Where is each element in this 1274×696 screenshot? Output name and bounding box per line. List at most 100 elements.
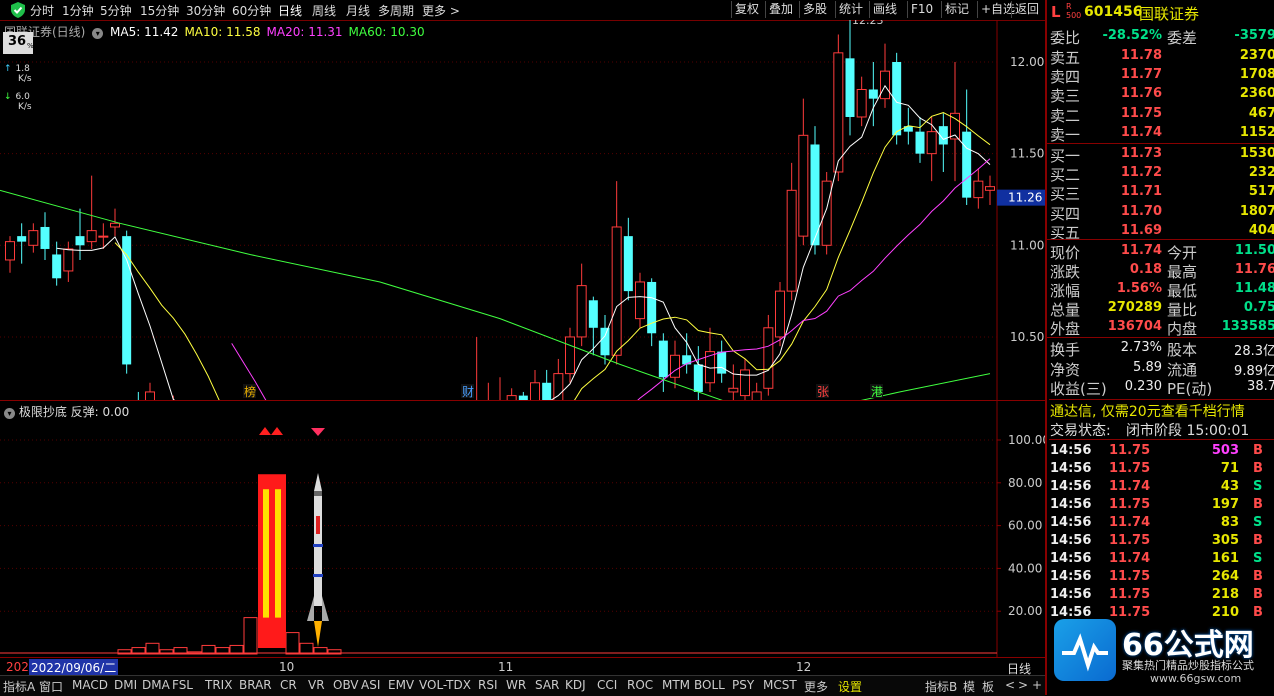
event-marker-label: 港 — [871, 385, 883, 399]
selected-date[interactable]: 2022/09/06/二 — [29, 659, 119, 676]
ratio-label: 委比 — [1050, 29, 1081, 47]
indicator-tab-7[interactable]: BRAR — [239, 678, 272, 692]
candle-body — [588, 300, 598, 328]
stat-label: 现价 — [1050, 244, 1081, 262]
orderbook-row: 买三 11.71 517 — [1050, 183, 1274, 203]
indicator-tab-23[interactable]: MCST — [763, 678, 797, 692]
volume-bar — [145, 642, 160, 655]
stat-value: 0.75 — [1243, 300, 1274, 315]
ma20-line — [231, 158, 991, 400]
stat-value: 28.3亿 — [1234, 344, 1274, 359]
candle-body — [670, 354, 680, 378]
orderbook-row: 卖四 11.77 1708 — [1050, 66, 1274, 86]
toolbar-button-8[interactable]: 返回 — [1011, 1, 1042, 18]
indicator-tab-14[interactable]: RSI — [478, 678, 498, 692]
watermark-url: www.66gsw.com — [1150, 672, 1242, 685]
indicator-tab-15[interactable]: WR — [506, 678, 526, 692]
indicator-panel[interactable]: 100.00 80.00 60.00 40.00 20.00 ▾ 极限抄底 反弹: 0.… — [0, 400, 1045, 658]
tick-time: 14:56 — [1050, 461, 1092, 476]
net-speed-unit: K/s — [18, 102, 32, 112]
period-tab-3[interactable]: 15分钟 — [140, 2, 179, 19]
orderbook-price: 11.78 — [1120, 48, 1162, 63]
indicator-tab-3[interactable]: DMI — [114, 678, 137, 692]
indicator-tab-4[interactable]: DMA — [142, 678, 170, 692]
indicator-tab-25[interactable]: 设置 — [838, 678, 862, 695]
event-marker-label: 张 — [817, 385, 829, 399]
candle-body — [763, 327, 774, 389]
orderbook-level: 买二 — [1050, 166, 1081, 185]
indicator-nav-0[interactable]: 指标B — [925, 678, 957, 695]
indicator-tab-8[interactable]: CR — [280, 678, 297, 692]
indicator-tab-10[interactable]: OBV — [333, 678, 359, 692]
indicator-nav-5[interactable]: + — [1032, 678, 1042, 692]
watermark: 66公式网 聚集热门精品炒股指标公式 www.66gsw.com — [1050, 617, 1272, 692]
indicator-tab-17[interactable]: KDJ — [565, 678, 586, 692]
period-tab-2[interactable]: 5分钟 — [100, 2, 132, 19]
event-marker-label: 榜 — [244, 384, 256, 399]
indicator-tab-13[interactable]: VOL-TDX — [419, 678, 471, 692]
orderbook-volume: 467 — [1248, 105, 1274, 121]
toolbar-button-2[interactable]: 多股 — [799, 1, 830, 18]
net-speed-0: ↑ 1.8 K/s — [4, 64, 32, 84]
period-tab-0[interactable]: 分时 — [30, 2, 54, 19]
ma10-line — [114, 112, 991, 400]
period-tab-6[interactable]: 日线 — [278, 2, 302, 19]
speed-badge-number: 36 — [8, 34, 27, 49]
gear-icon[interactable]: ▾ — [4, 408, 15, 419]
indicator-tab-5[interactable]: FSL — [172, 678, 193, 692]
orderbook-price: 11.74 — [1120, 124, 1162, 140]
indicator-tab-21[interactable]: BOLL — [694, 678, 725, 692]
stat-label: 涨幅 — [1050, 282, 1081, 300]
period-tab-5[interactable]: 60分钟 — [232, 2, 271, 19]
period-tab-10[interactable]: 更多 > — [422, 2, 460, 19]
logo-icon — [1054, 619, 1116, 681]
candle-body — [856, 88, 867, 118]
candle-body — [98, 235, 109, 238]
indicator-tab-20[interactable]: MTM — [662, 678, 690, 692]
indicator-tab-19[interactable]: ROC — [627, 678, 653, 692]
indicator-tab-6[interactable]: TRIX — [205, 678, 232, 692]
orderbook-price: 11.69 — [1120, 222, 1162, 238]
toolbar-button-5[interactable]: F10 — [907, 1, 936, 18]
indicator-tab-1[interactable]: 窗口 — [39, 678, 63, 695]
tick-row: 14:56 11.75 197 B — [1049, 497, 1274, 515]
kline-chart[interactable]: 12.0011.5011.0010.5010.009.509.008.5011.… — [0, 20, 1045, 400]
candle-body — [145, 391, 155, 400]
net-speed-unit: K/s — [18, 74, 32, 84]
tick-volume: 161 — [1211, 551, 1239, 566]
indicator-tab-9[interactable]: VR — [308, 678, 325, 692]
orderbook-level: 卖三 — [1050, 87, 1081, 106]
period-tab-4[interactable]: 30分钟 — [186, 2, 225, 19]
toolbar-button-0[interactable]: 复权 — [731, 1, 762, 18]
indicator-tab-11[interactable]: ASI — [361, 678, 380, 692]
period-tab-9[interactable]: 多周期 — [378, 2, 414, 19]
period-tab-7[interactable]: 周线 — [312, 2, 336, 19]
toolbar-button-4[interactable]: 画线 — [869, 1, 900, 18]
indicator-tab-22[interactable]: PSY — [732, 678, 754, 692]
indicator-tab-18[interactable]: CCI — [597, 678, 617, 692]
promo-banner[interactable]: 通达信, 仅需20元查看千档行情 — [1049, 399, 1274, 420]
orderbook-volume: 1807 — [1239, 203, 1274, 219]
indicator-nav-3[interactable]: < — [1005, 678, 1015, 692]
indicator-nav-1[interactable]: 模 — [963, 678, 975, 695]
period-tab-8[interactable]: 月线 — [346, 2, 370, 19]
period-tab-1[interactable]: 1分钟 — [62, 2, 94, 19]
chevron-down-icon[interactable]: ▾ — [92, 28, 104, 39]
stat-value: 133585 — [1221, 319, 1274, 334]
indicator-tab-2[interactable]: MACD — [72, 678, 108, 692]
toolbar-button-3[interactable]: 统计 — [835, 1, 866, 18]
quote-header: L R 500 601456 国联证券 — [1049, 2, 1274, 24]
rocket-icon — [307, 473, 329, 647]
indicator-tab-16[interactable]: SAR — [535, 678, 559, 692]
indicator-nav-2[interactable]: 板 — [982, 678, 994, 695]
arrow-up-icon: ↑ — [4, 64, 12, 74]
candle-body — [775, 290, 785, 338]
toolbar-button-1[interactable]: 叠加 — [765, 1, 796, 18]
indicator-tab-0[interactable]: 指标A — [3, 678, 35, 695]
stat-value: 2.73% — [1120, 340, 1162, 355]
indicator-tab-24[interactable]: 更多 — [804, 678, 828, 695]
toolbar-button-6[interactable]: 标记 — [941, 1, 972, 18]
indicator-tab-12[interactable]: EMV — [388, 678, 414, 692]
indicator-nav-4[interactable]: > — [1018, 678, 1028, 692]
order-ratio-row: 委比 -28.52% 委差 -3579 — [1050, 27, 1274, 47]
